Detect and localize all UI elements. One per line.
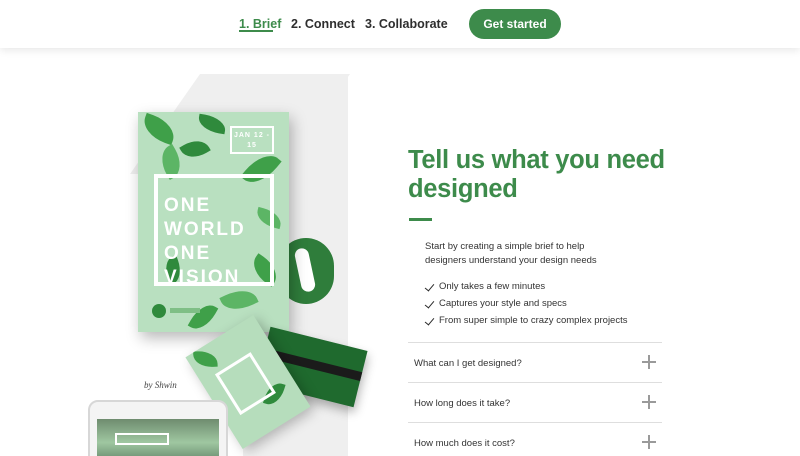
feature-list: Only takes a few minutes Captures your s…: [424, 281, 628, 332]
list-item: Only takes a few minutes: [424, 281, 627, 298]
poster-logo-wordmark: [170, 308, 200, 313]
design-credit: by Shwin: [144, 380, 177, 390]
plus-icon[interactable]: [642, 395, 656, 409]
poster-headline: ONE WORLD ONE VISION: [164, 194, 274, 290]
list-item: Captures your style and specs: [424, 298, 627, 315]
list-item: From super simple to crazy complex proje…: [424, 315, 628, 332]
faq-item[interactable]: What can I get designed?: [408, 342, 662, 382]
leaf-graphic: [193, 350, 218, 368]
hero-illustration: JAN 12 - 15 ONE WORLD ONE VISION by Shwi…: [0, 48, 400, 456]
faq-accordion: What can I get designed? How long does i…: [408, 342, 662, 456]
leaf-graphic: [139, 112, 179, 146]
check-icon: [424, 315, 435, 326]
poster-line: WORLD: [164, 219, 246, 240]
poster-line: VISION: [164, 267, 241, 288]
leaf-graphic: [196, 113, 228, 135]
intro-text: Start by creating a simple brief to help…: [425, 241, 597, 266]
poster-line: ONE: [164, 195, 212, 216]
check-icon: [424, 298, 435, 309]
get-started-button[interactable]: Get started: [469, 9, 561, 39]
faq-question: How much does it cost?: [414, 438, 515, 449]
tablet-mockup: [88, 400, 228, 456]
step-connect-link[interactable]: 2. Connect: [291, 17, 355, 31]
faq-question: What can I get designed?: [414, 358, 522, 369]
step-collaborate-link[interactable]: 3. Collaborate: [365, 17, 448, 31]
event-poster: JAN 12 - 15 ONE WORLD ONE VISION: [138, 112, 289, 332]
leaf-graphic: [179, 134, 211, 164]
poster-logo-icon: [152, 304, 166, 318]
list-item-text: From super simple to crazy complex proje…: [439, 315, 628, 326]
page-title: Tell us what you need designed: [408, 146, 665, 203]
leaf-graphic: [187, 299, 219, 332]
faq-question: How long does it take?: [414, 398, 511, 409]
badge-slot: [293, 247, 317, 293]
faq-item[interactable]: How long does it take?: [408, 382, 662, 422]
list-item-text: Captures your style and specs: [439, 298, 567, 309]
step-brief-link[interactable]: 1. Brief: [239, 17, 281, 31]
poster-line: ONE: [164, 243, 212, 264]
poster-date-box: JAN 12 - 15: [230, 126, 274, 154]
top-navigation: 1. Brief 2. Connect 3. Collaborate Get s…: [0, 0, 800, 48]
active-step-underline: [239, 30, 273, 32]
tablet-screen: [97, 419, 219, 456]
check-icon: [424, 281, 435, 292]
list-item-text: Only takes a few minutes: [439, 281, 546, 292]
plus-icon[interactable]: [642, 355, 656, 369]
title-rule: [409, 218, 432, 221]
plus-icon[interactable]: [642, 435, 656, 449]
faq-item[interactable]: How much does it cost?: [408, 422, 662, 456]
